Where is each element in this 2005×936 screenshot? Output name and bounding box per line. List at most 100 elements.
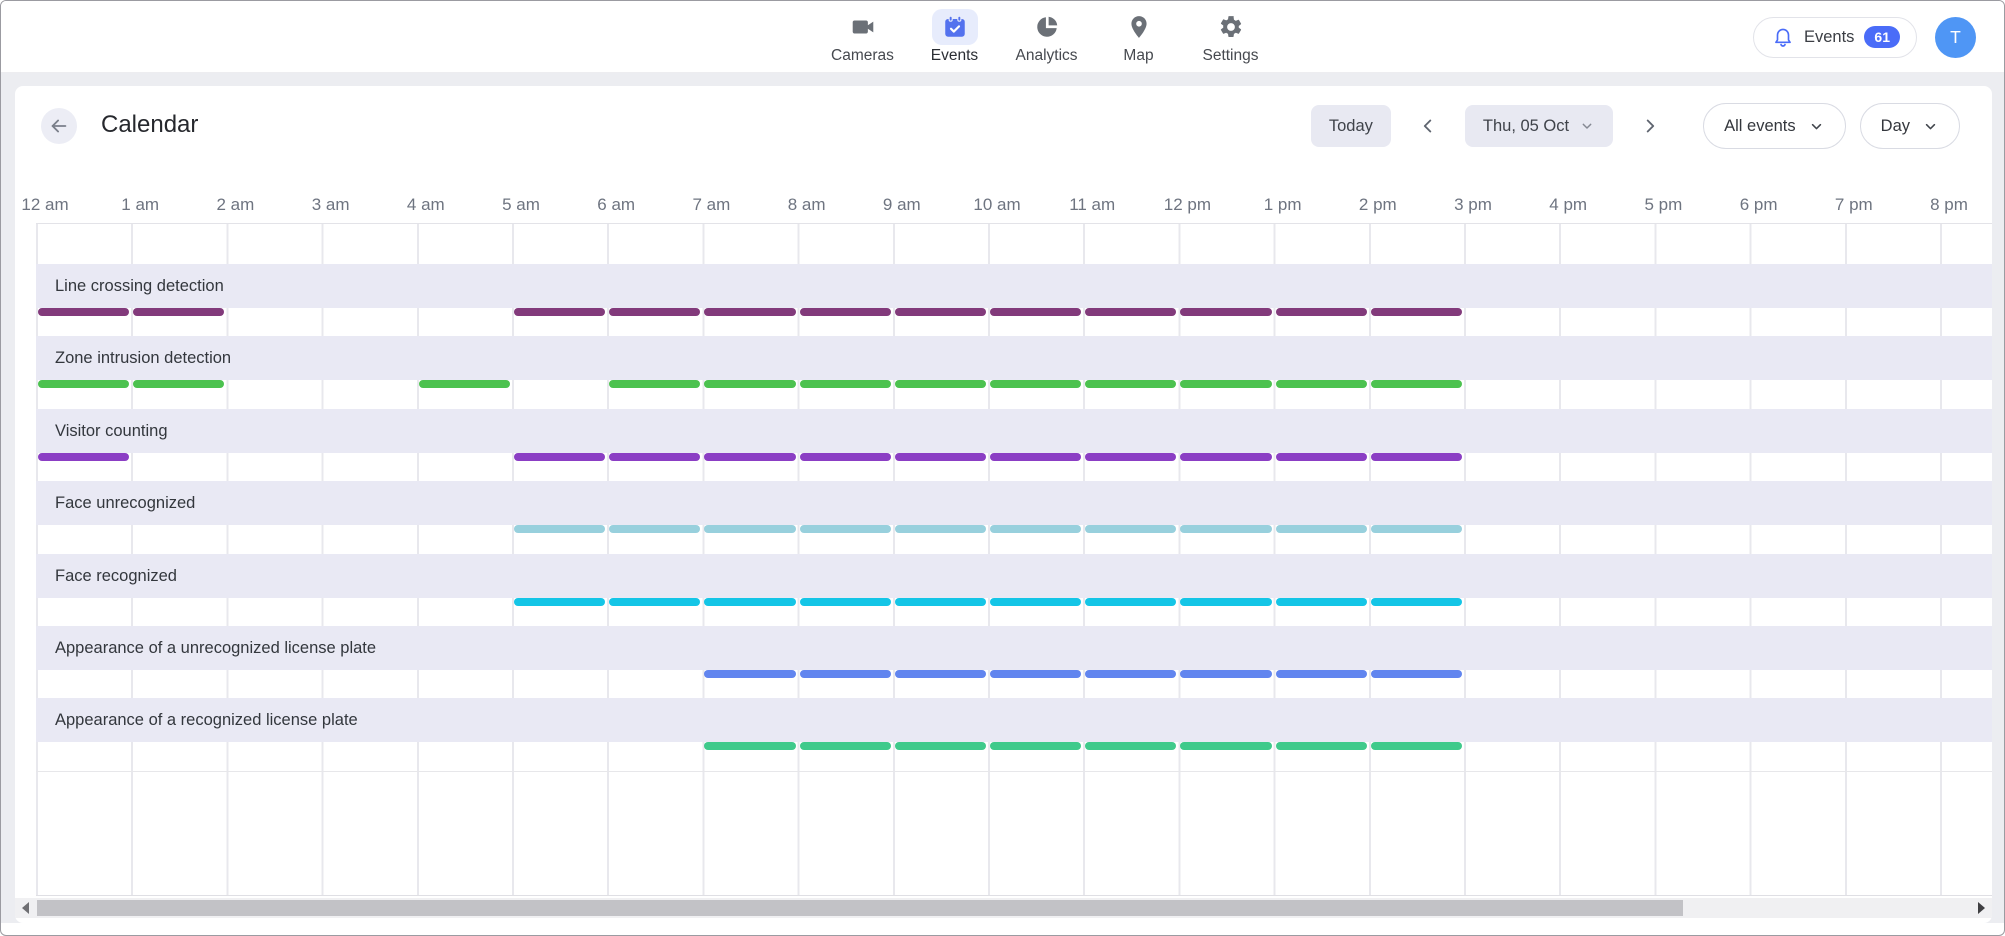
nav-item-label: Analytics: [1015, 47, 1077, 65]
horizontal-scrollbar[interactable]: [15, 898, 1992, 918]
event-bar-segment[interactable]: [1085, 670, 1176, 678]
today-button[interactable]: Today: [1311, 105, 1391, 147]
event-bar-segment[interactable]: [1085, 453, 1176, 461]
event-bar-segment[interactable]: [990, 742, 1081, 750]
chevron-left-icon[interactable]: [1415, 113, 1441, 139]
event-bar-segment[interactable]: [990, 453, 1081, 461]
event-bar-segment[interactable]: [609, 453, 700, 461]
events-notifications-button[interactable]: Events 61: [1753, 17, 1917, 58]
bell-icon: [1772, 26, 1794, 48]
event-bar-segment[interactable]: [1371, 380, 1462, 388]
event-bar-segment[interactable]: [1371, 525, 1462, 533]
event-bar-segment[interactable]: [800, 380, 891, 388]
event-bar-segment[interactable]: [38, 453, 129, 461]
event-bar-segment[interactable]: [1085, 598, 1176, 606]
event-bar-segment[interactable]: [1371, 742, 1462, 750]
hour-axis-label: 8 am: [788, 195, 826, 215]
nav-item-settings[interactable]: Settings: [1194, 9, 1268, 65]
avatar[interactable]: T: [1935, 17, 1976, 58]
event-bar-segment[interactable]: [609, 308, 700, 316]
event-bar-segment[interactable]: [704, 453, 795, 461]
event-bar-segment[interactable]: [514, 598, 605, 606]
event-bar-segment[interactable]: [800, 308, 891, 316]
event-bar-segment[interactable]: [990, 670, 1081, 678]
event-bar-segment[interactable]: [1085, 525, 1176, 533]
event-row: Zone intrusion detection: [36, 336, 1992, 380]
event-bar-segment[interactable]: [514, 308, 605, 316]
nav-item-cameras[interactable]: Cameras: [826, 9, 900, 65]
event-bar-segment[interactable]: [1180, 598, 1271, 606]
event-bar-segment[interactable]: [895, 670, 986, 678]
event-bar-segment[interactable]: [1180, 525, 1271, 533]
date-picker-button[interactable]: Thu, 05 Oct: [1465, 105, 1613, 147]
event-bar-segment[interactable]: [1085, 742, 1176, 750]
event-bar-segment[interactable]: [1276, 308, 1367, 316]
event-bar-segment[interactable]: [895, 308, 986, 316]
event-bar-segment[interactable]: [609, 525, 700, 533]
event-bar-segment[interactable]: [895, 453, 986, 461]
hour-axis-label: 2 am: [216, 195, 254, 215]
calendar-card: Calendar Today Thu, 05 Oct: [15, 86, 1992, 923]
event-bar-segment[interactable]: [704, 598, 795, 606]
events-button-label: Events: [1804, 28, 1854, 47]
hour-axis-label: 5 am: [502, 195, 540, 215]
event-bar-segment[interactable]: [514, 525, 605, 533]
event-bar-segment[interactable]: [895, 598, 986, 606]
event-bar-segment[interactable]: [133, 380, 224, 388]
nav-item-events[interactable]: Events: [918, 9, 992, 65]
event-bar-segment[interactable]: [1371, 670, 1462, 678]
event-bar-segment[interactable]: [704, 742, 795, 750]
event-bar-segment[interactable]: [419, 380, 510, 388]
event-bar-segment[interactable]: [1180, 670, 1271, 678]
hour-axis-label: 4 pm: [1549, 195, 1587, 215]
event-bar-segment[interactable]: [1276, 453, 1367, 461]
scroll-left-arrow-icon[interactable]: [22, 902, 29, 914]
event-bar-segment[interactable]: [514, 453, 605, 461]
event-bar-segment[interactable]: [1180, 453, 1271, 461]
event-bar-segment[interactable]: [800, 742, 891, 750]
event-bar-segment[interactable]: [895, 525, 986, 533]
view-mode-dropdown[interactable]: Day: [1860, 103, 1960, 149]
event-bar-segment[interactable]: [704, 670, 795, 678]
nav-item-map[interactable]: Map: [1102, 9, 1176, 65]
event-bar-segment[interactable]: [1276, 525, 1367, 533]
event-bar-segment[interactable]: [990, 380, 1081, 388]
scrollbar-thumb[interactable]: [37, 900, 1683, 916]
event-bar-segment[interactable]: [38, 380, 129, 388]
event-bar-segment[interactable]: [609, 380, 700, 388]
event-bar-segment[interactable]: [895, 742, 986, 750]
event-bar-segment[interactable]: [38, 308, 129, 316]
event-bar-segment[interactable]: [704, 380, 795, 388]
event-bar-segment[interactable]: [1276, 598, 1367, 606]
nav-item-label: Map: [1123, 47, 1153, 65]
event-bar-segment[interactable]: [990, 525, 1081, 533]
event-bar-segment[interactable]: [1371, 453, 1462, 461]
event-bar-segment[interactable]: [800, 598, 891, 606]
chevron-right-icon[interactable]: [1637, 113, 1663, 139]
event-bar-segment[interactable]: [133, 308, 224, 316]
event-bar-segment[interactable]: [609, 598, 700, 606]
event-row-label: Zone intrusion detection: [36, 336, 1992, 380]
event-bar-segment[interactable]: [990, 598, 1081, 606]
event-bar-segment[interactable]: [1276, 670, 1367, 678]
back-button[interactable]: [41, 108, 77, 144]
scroll-right-arrow-icon[interactable]: [1978, 902, 1985, 914]
event-bar-segment[interactable]: [1371, 598, 1462, 606]
event-bar-segment[interactable]: [1371, 308, 1462, 316]
nav-item-analytics[interactable]: Analytics: [1010, 9, 1084, 65]
event-bar-segment[interactable]: [895, 380, 986, 388]
event-bar-segment[interactable]: [1180, 380, 1271, 388]
event-bar-segment[interactable]: [1180, 742, 1271, 750]
event-bar-segment[interactable]: [800, 453, 891, 461]
event-bar-segment[interactable]: [990, 308, 1081, 316]
event-bar-segment[interactable]: [704, 308, 795, 316]
event-type-filter-dropdown[interactable]: All events: [1703, 103, 1846, 149]
event-bar-segment[interactable]: [1276, 380, 1367, 388]
event-bar-segment[interactable]: [1276, 742, 1367, 750]
event-bar-segment[interactable]: [1085, 308, 1176, 316]
event-bar-segment[interactable]: [800, 525, 891, 533]
event-bar-segment[interactable]: [1085, 380, 1176, 388]
event-bar-segment[interactable]: [704, 525, 795, 533]
event-bar-segment[interactable]: [800, 670, 891, 678]
event-bar-segment[interactable]: [1180, 308, 1271, 316]
